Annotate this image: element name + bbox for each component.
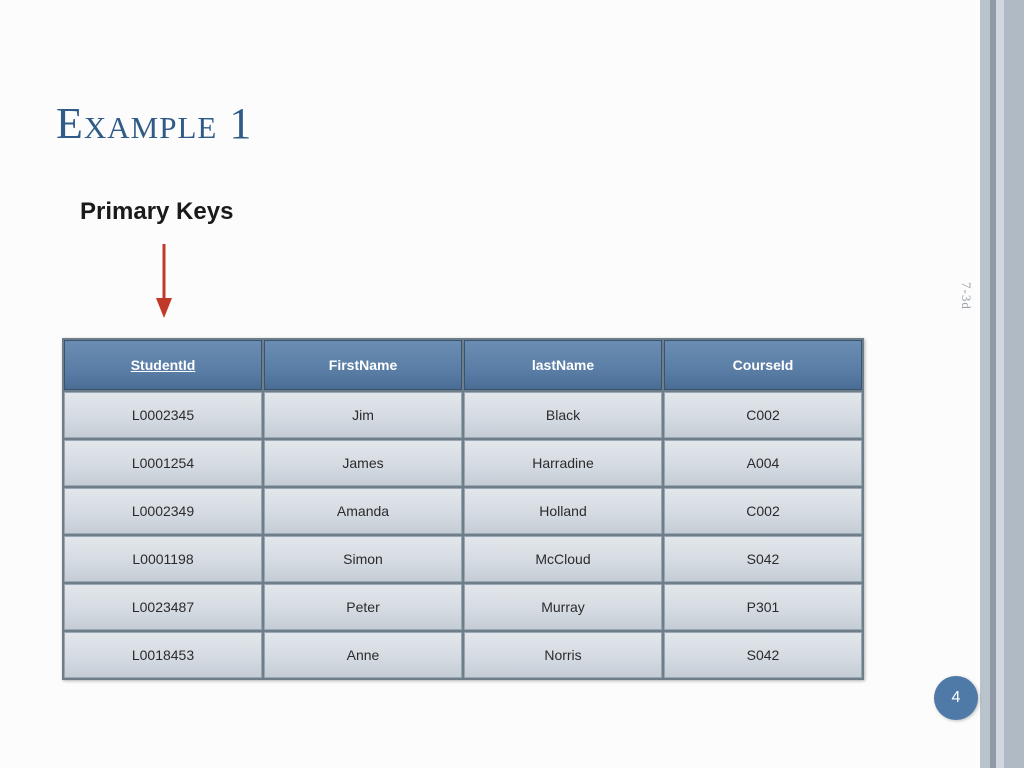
cell-lastname: Holland bbox=[464, 488, 662, 534]
cell-courseid: C002 bbox=[664, 488, 862, 534]
cell-studentid: L0023487 bbox=[64, 584, 262, 630]
slide-title: Example 1 bbox=[56, 98, 252, 149]
col-header-lastname: lastName bbox=[464, 340, 662, 390]
table-row: L0023487 Peter Murray P301 bbox=[64, 584, 862, 630]
cell-firstname: Simon bbox=[264, 536, 462, 582]
cell-firstname: Amanda bbox=[264, 488, 462, 534]
table-row: L0001254 James Harradine A004 bbox=[64, 440, 862, 486]
table-header-row: StudentId FirstName lastName CourseId bbox=[64, 340, 862, 390]
cell-studentid: L0001254 bbox=[64, 440, 262, 486]
cell-studentid: L0002349 bbox=[64, 488, 262, 534]
cell-lastname: McCloud bbox=[464, 536, 662, 582]
slide-side-rail bbox=[980, 0, 1024, 768]
cell-firstname: Jim bbox=[264, 392, 462, 438]
arrow-down-icon bbox=[152, 240, 176, 324]
cell-lastname: Murray bbox=[464, 584, 662, 630]
cell-studentid: L0002345 bbox=[64, 392, 262, 438]
slide-code-label: 7-3d bbox=[958, 282, 974, 310]
cell-studentid: L0001198 bbox=[64, 536, 262, 582]
table-row: L0001198 Simon McCloud S042 bbox=[64, 536, 862, 582]
col-header-firstname: FirstName bbox=[264, 340, 462, 390]
table-row: L0002349 Amanda Holland C002 bbox=[64, 488, 862, 534]
cell-courseid: S042 bbox=[664, 536, 862, 582]
cell-courseid: P301 bbox=[664, 584, 862, 630]
cell-lastname: Black bbox=[464, 392, 662, 438]
cell-courseid: A004 bbox=[664, 440, 862, 486]
cell-lastname: Harradine bbox=[464, 440, 662, 486]
col-header-courseid: CourseId bbox=[664, 340, 862, 390]
page-number-badge: 4 bbox=[934, 676, 978, 720]
cell-studentid: L0018453 bbox=[64, 632, 262, 678]
cell-courseid: C002 bbox=[664, 392, 862, 438]
cell-courseid: S042 bbox=[664, 632, 862, 678]
cell-firstname: Peter bbox=[264, 584, 462, 630]
students-table: StudentId FirstName lastName CourseId L0… bbox=[62, 338, 864, 680]
primary-keys-annotation: Primary Keys bbox=[80, 198, 233, 226]
cell-firstname: James bbox=[264, 440, 462, 486]
cell-firstname: Anne bbox=[264, 632, 462, 678]
table-row: L0018453 Anne Norris S042 bbox=[64, 632, 862, 678]
cell-lastname: Norris bbox=[464, 632, 662, 678]
table-row: L0002345 Jim Black C002 bbox=[64, 392, 862, 438]
col-header-studentid: StudentId bbox=[64, 340, 262, 390]
